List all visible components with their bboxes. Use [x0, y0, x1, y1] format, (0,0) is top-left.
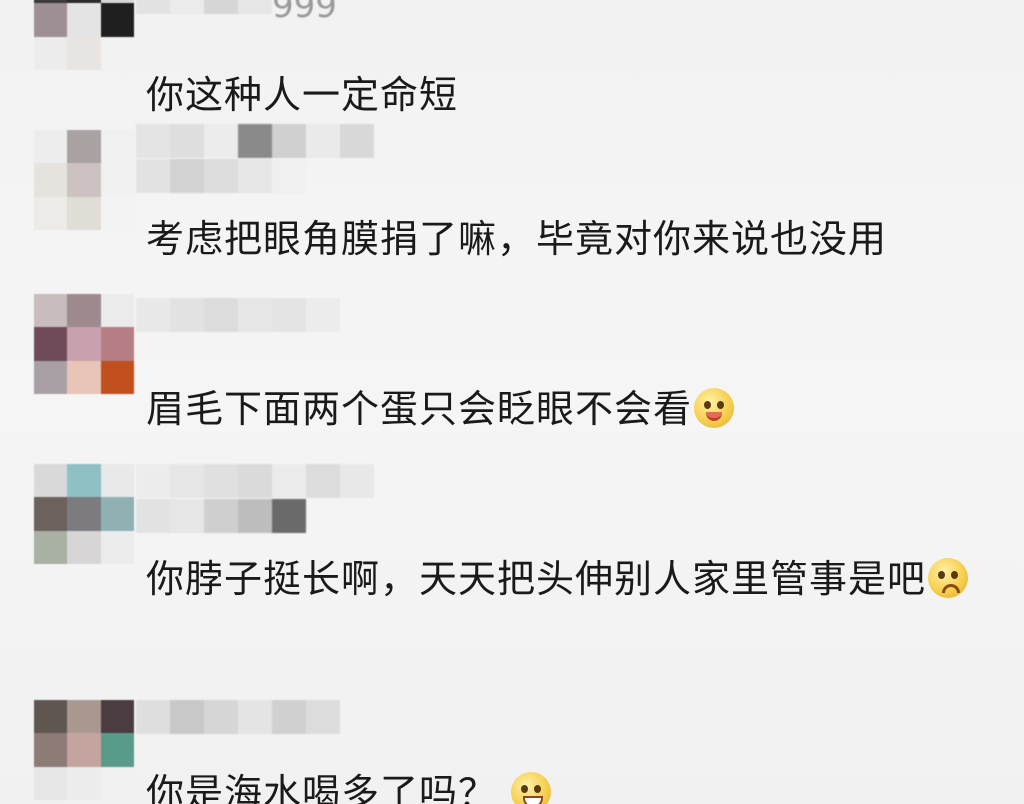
avatar[interactable] [34, 464, 134, 564]
username-blurred[interactable] [136, 124, 376, 194]
grinning-face-emoji [511, 772, 552, 804]
comment-text: 考虑把眼角膜捐了嘛，毕竟对你来说也没用 [146, 217, 888, 261]
like-count: 999 [272, 0, 337, 26]
username-blurred[interactable] [136, 298, 376, 368]
comment-text-content: 你是海水喝多了吗？ [146, 771, 498, 804]
username-blurred[interactable] [136, 700, 376, 770]
tongue-face-emoji [694, 388, 735, 428]
comment-text: 你是海水喝多了吗？ [146, 766, 552, 804]
comment-feed: 999 你这种人一定命短 考虑把眼角膜捐了嘛，毕竟对你来说也没用 眉毛下面两个蛋… [0, 0, 1024, 804]
avatar[interactable] [34, 700, 134, 800]
comment-text-content: 眉毛下面两个蛋只会眨眼不会看 [146, 387, 693, 431]
comment-text: 你脖子挺长啊，天天把头伸别人家里管事是吧 [146, 552, 1006, 606]
username-blurred[interactable] [136, 0, 376, 50]
comment-text-content: 你脖子挺长啊，天天把头伸别人家里管事是吧 [146, 557, 927, 601]
username-blurred[interactable] [136, 464, 376, 534]
comment-text: 眉毛下面两个蛋只会眨眼不会看 [146, 382, 735, 436]
avatar[interactable] [34, 0, 134, 70]
pleading-face-emoji [928, 558, 969, 598]
avatar[interactable] [34, 294, 134, 394]
avatar[interactable] [34, 130, 134, 230]
comment-text: 你这种人一定命短 [146, 73, 459, 117]
